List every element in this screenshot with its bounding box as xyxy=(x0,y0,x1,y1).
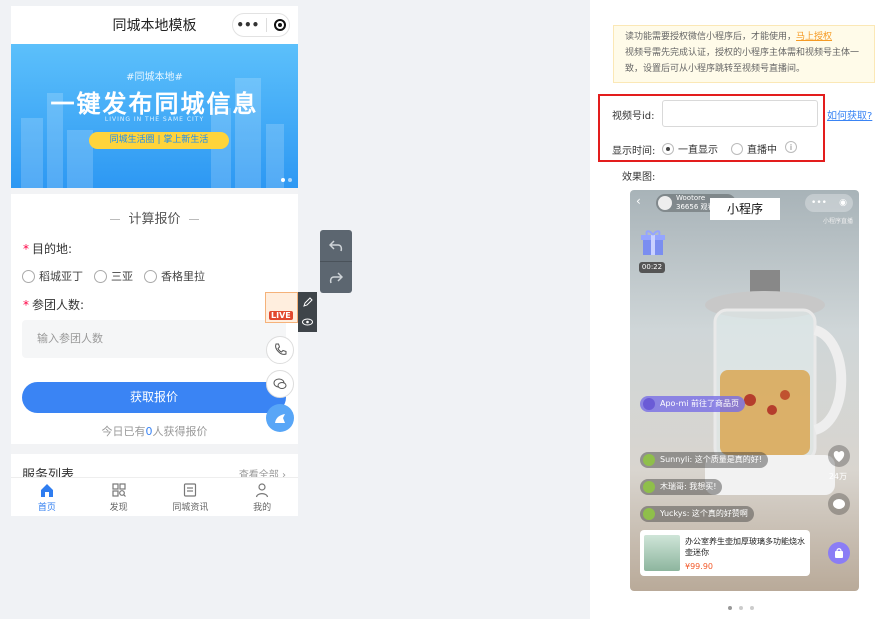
mini-program-label: 小程序 xyxy=(710,198,780,220)
people-label: * 参团人数: xyxy=(23,298,85,312)
tab-home[interactable]: 首页 xyxy=(11,478,83,516)
phone-preview: 同城本地模板 ••• #同城本地# 一键发布同城信息 LIVING IN THE… xyxy=(11,6,298,516)
comment-3: 木瑞哥: 我想买! xyxy=(640,479,723,495)
quote-title: 计算报价 xyxy=(11,208,298,227)
video-id-input[interactable] xyxy=(662,100,818,127)
preview-capsule: ••• ◉ xyxy=(805,194,853,212)
tab-news[interactable]: 同城资讯 xyxy=(155,478,227,516)
grid-search-icon xyxy=(112,482,126,497)
pencil-icon[interactable] xyxy=(302,297,313,307)
undo-icon xyxy=(329,239,343,251)
destination-label: * 目的地: xyxy=(23,242,73,256)
chat-button[interactable] xyxy=(266,370,294,398)
phone-icon xyxy=(275,343,287,355)
effect-label: 效果图: xyxy=(622,172,656,183)
radio-dest-3[interactable]: 香格里拉 xyxy=(144,268,205,284)
back-icon: ‹ xyxy=(636,194,641,208)
sub-tag: 小程序直播 xyxy=(822,218,853,225)
avatar xyxy=(658,196,672,210)
live-time: 00:22 xyxy=(639,262,665,273)
people-input[interactable]: 输入参团人数 xyxy=(22,320,286,358)
product-card: 办公室养生壶加厚玻璃多功能烧水壶迷你 ¥99.90 xyxy=(640,530,810,576)
preview-pager[interactable] xyxy=(728,606,754,610)
redo-button[interactable] xyxy=(320,262,352,293)
tab-discover[interactable]: 发现 xyxy=(83,478,155,516)
quote-card: 计算报价 * 目的地: 稻城亚丁 三亚 香格里拉 * 参团人数: 输入参团人数 获取… xyxy=(11,194,298,444)
today-count-text: 今日已有0人获得报价 xyxy=(101,425,208,438)
more-icon[interactable]: ••• xyxy=(236,18,259,32)
comment-1: Apo-mi 前往了商品页 xyxy=(640,396,746,412)
news-icon xyxy=(184,482,197,497)
get-quote-button[interactable]: 获取报价 xyxy=(22,382,286,413)
banner[interactable]: #同城本地# 一键发布同城信息 LIVING IN THE SAME CITY … xyxy=(11,44,298,188)
phone-header: 同城本地模板 ••• xyxy=(11,6,298,44)
product-image xyxy=(644,535,680,571)
user-icon xyxy=(256,482,269,497)
product-price: ¥99.90 xyxy=(685,562,713,571)
banner-subtitle: #同城本地# xyxy=(126,72,183,83)
capsule-menu[interactable]: ••• xyxy=(232,13,290,37)
heart-icon xyxy=(828,445,850,467)
capsule-divider xyxy=(266,18,267,32)
auth-notice: 读功能需要授权微信小程序后，才能使用，马上授权 视频号需先完成认证，授权的小程序… xyxy=(613,25,875,83)
tab-mine[interactable]: 我的 xyxy=(226,478,298,516)
likes-count: 24万 xyxy=(828,472,847,481)
radio-dest-1[interactable]: 稻城亚丁 xyxy=(22,268,83,284)
undo-redo-panel xyxy=(320,230,352,293)
undo-button[interactable] xyxy=(320,230,352,262)
eye-icon[interactable] xyxy=(302,317,313,327)
live-entry[interactable]: LIVE xyxy=(265,292,298,323)
phone-call-button[interactable] xyxy=(266,336,294,364)
share-button[interactable] xyxy=(266,404,294,432)
info-icon[interactable]: i xyxy=(785,141,797,153)
banner-pill: 同城生活圈 | 掌上新生活 xyxy=(89,132,229,149)
tab-bar: 首页 发现 同城资讯 我的 xyxy=(11,477,298,516)
banner-english: LIVING IN THE SAME CITY xyxy=(104,116,205,123)
destination-radios: 稻城亚丁 三亚 香格里拉 xyxy=(22,268,205,284)
close-target-icon[interactable] xyxy=(273,19,286,31)
gift-icon xyxy=(641,230,665,255)
comment-2: Sunnyli: 这个质量是真的好! xyxy=(640,452,768,468)
how-to-get-link[interactable]: 如何获取? xyxy=(827,107,872,122)
comment-4: Yuckys: 这个真的好赞啊 xyxy=(640,506,754,522)
authorize-link[interactable]: 马上授权 xyxy=(796,32,832,42)
radio-live-only[interactable]: 直播中 xyxy=(731,141,777,156)
share-icon xyxy=(275,414,285,423)
settings-panel: 读功能需要授权微信小程序后，才能使用，马上授权 视频号需先完成认证，授权的小程序… xyxy=(590,0,887,619)
effect-preview: ‹ Wootore 36656 观看 ••• ◉ 小程序 小程序直播 00:22 A… xyxy=(630,190,859,591)
banner-dots xyxy=(281,178,292,182)
live-badge: LIVE xyxy=(269,311,293,320)
banner-title: 一键发布同城信息 xyxy=(50,90,259,118)
radio-always-show[interactable]: 一直显示 xyxy=(662,141,718,156)
chat-icon xyxy=(273,378,287,389)
video-id-label: 视频号id: xyxy=(612,111,655,122)
edit-toolbar xyxy=(298,292,317,332)
radio-dest-2[interactable]: 三亚 xyxy=(94,268,133,284)
home-icon xyxy=(40,483,53,497)
product-name: 办公室养生壶加厚玻璃多功能烧水壶迷你 xyxy=(685,537,805,557)
show-time-label: 显示时间: xyxy=(612,146,656,157)
comment-icon xyxy=(828,493,850,515)
redo-icon xyxy=(329,271,343,283)
shopping-bag-icon xyxy=(828,542,850,564)
page-title: 同城本地模板 xyxy=(112,18,197,34)
